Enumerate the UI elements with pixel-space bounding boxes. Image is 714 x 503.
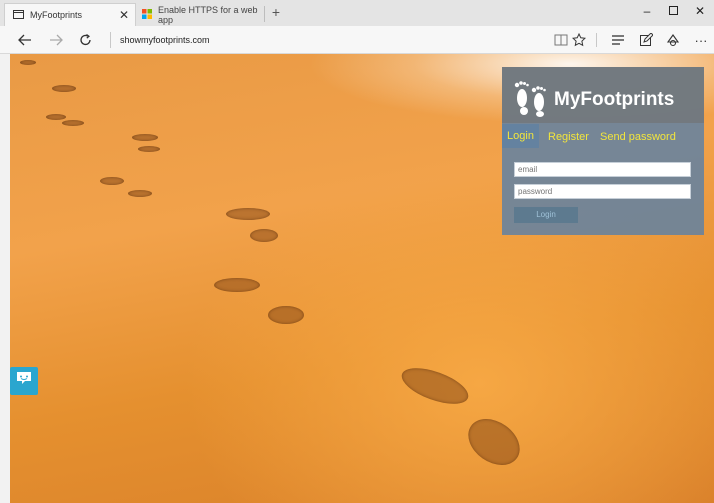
favorite-star-icon[interactable] xyxy=(570,31,588,49)
nav-bar: showmyfootprints.com ··· xyxy=(0,26,714,54)
password-field[interactable] xyxy=(514,184,691,199)
footprint xyxy=(268,306,304,324)
web-note-icon[interactable] xyxy=(637,31,655,49)
address-bar[interactable]: showmyfootprints.com xyxy=(120,32,210,48)
hub-icon[interactable] xyxy=(609,31,627,49)
forward-icon[interactable] xyxy=(47,31,65,49)
footprints-logo-icon xyxy=(512,79,550,122)
login-panel: MyFootprints Login Register Send passwor… xyxy=(502,67,704,235)
panel-header: MyFootprints xyxy=(502,67,704,123)
more-icon[interactable]: ··· xyxy=(692,31,710,49)
tab-register[interactable]: Register xyxy=(548,131,589,143)
new-tab-icon[interactable]: + xyxy=(269,3,283,21)
refresh-icon[interactable] xyxy=(77,31,95,49)
footprint xyxy=(138,146,160,152)
footprint xyxy=(20,60,36,65)
tab-enable-https[interactable]: Enable HTTPS for a web app xyxy=(138,3,266,26)
close-window-icon[interactable]: ✕ xyxy=(692,4,708,18)
footprint xyxy=(100,177,124,185)
footprint xyxy=(46,114,66,120)
footprint xyxy=(128,190,152,197)
address-divider xyxy=(110,32,111,48)
tab-login[interactable]: Login xyxy=(502,124,539,148)
toolbar-divider xyxy=(596,33,597,47)
footprint xyxy=(52,85,76,92)
tab-divider xyxy=(264,6,265,22)
tab-title: MyFootprints xyxy=(30,10,83,20)
chat-button[interactable] xyxy=(10,367,38,395)
chat-icon xyxy=(16,371,32,391)
login-button[interactable]: Login xyxy=(514,207,578,223)
footprint xyxy=(397,360,473,412)
tab-title: Enable HTTPS for a web app xyxy=(158,4,258,25)
tab-bar: MyFootprints ✕ Enable HTTPS for a web ap… xyxy=(0,0,714,26)
left-edge xyxy=(0,54,10,503)
close-tab-icon[interactable]: ✕ xyxy=(119,8,129,22)
footprint xyxy=(226,208,270,220)
footprint xyxy=(214,278,260,292)
footprint xyxy=(459,409,529,475)
tab-send-password[interactable]: Send password xyxy=(600,131,676,143)
footprint xyxy=(250,229,278,242)
back-icon[interactable] xyxy=(16,31,34,49)
reading-view-icon[interactable] xyxy=(552,31,570,49)
minimize-icon[interactable]: – xyxy=(639,4,655,18)
maximize-icon[interactable] xyxy=(665,4,681,18)
windows-logo-icon xyxy=(142,8,152,21)
brand-name: MyFootprints xyxy=(554,89,675,110)
footprint xyxy=(62,120,84,126)
email-field[interactable] xyxy=(514,162,691,177)
footprint xyxy=(132,134,158,141)
share-icon[interactable] xyxy=(664,31,682,49)
tab-myfootprints[interactable]: MyFootprints ✕ xyxy=(4,3,136,26)
page-icon xyxy=(13,9,24,21)
